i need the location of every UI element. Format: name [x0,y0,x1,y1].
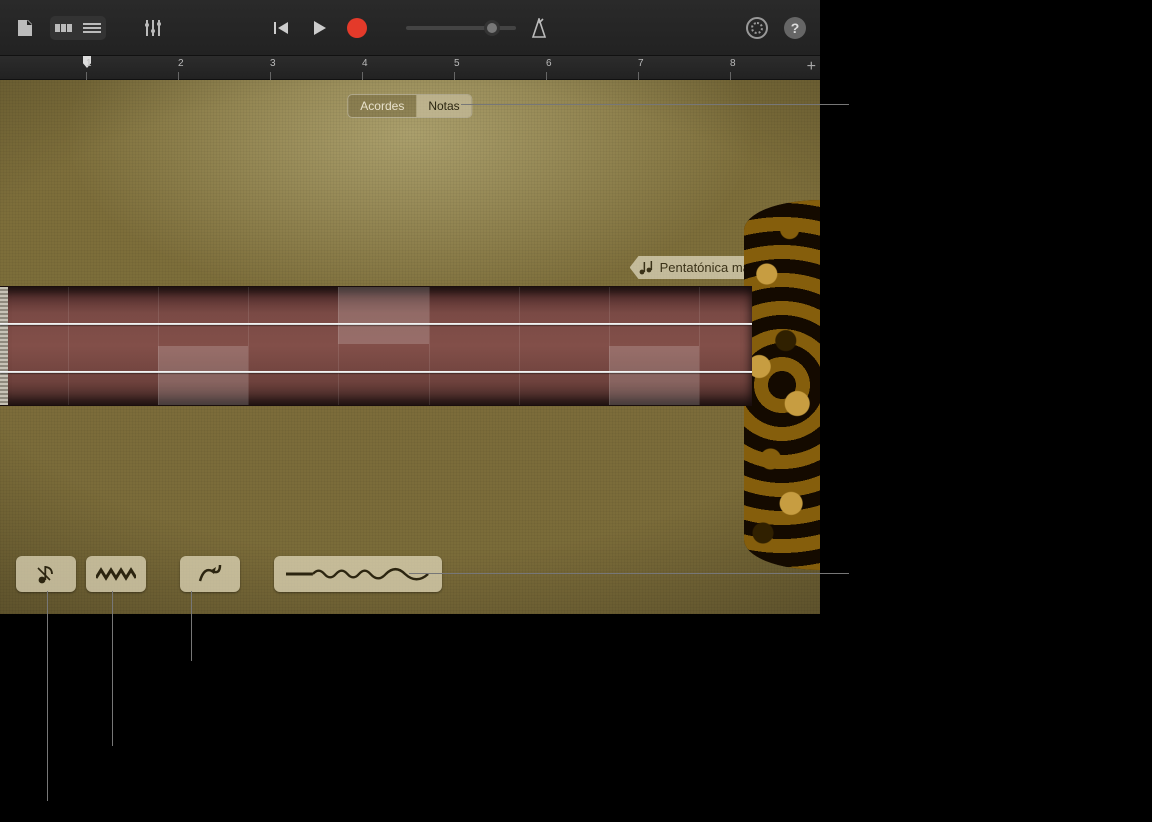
instrument-body [744,200,820,570]
mode-segmented-control: Acordes Notas [347,94,472,118]
metronome-icon[interactable] [524,13,554,43]
ruler-tick: 8 [730,58,736,69]
browser-icon[interactable] [8,11,42,45]
trill-button[interactable] [86,556,146,592]
view-toggle [50,16,106,40]
app-frame: ? 1 2 3 4 5 6 7 8 + Acordes Notas Pentat… [0,0,820,614]
tracks-view-icon[interactable] [50,16,78,40]
grace-note-button[interactable] [16,556,76,592]
ornament-button[interactable] [180,556,240,592]
ruler-tick: 3 [270,58,276,69]
play-icon[interactable] [304,13,334,43]
articulation-controls [16,556,442,592]
notes-tab[interactable]: Notas [416,95,471,117]
callout-line [461,104,849,105]
instrument-stage: Acordes Notas Pentatónica mayor [0,80,820,614]
callout-line [409,573,849,574]
record-button[interactable] [342,13,372,43]
timeline-ruler[interactable]: 1 2 3 4 5 6 7 8 + [0,56,820,80]
callout-line [191,591,192,661]
toolbar: ? [0,0,820,56]
add-section-button[interactable]: + [807,58,816,76]
mixer-icon[interactable] [136,11,170,45]
chords-tab[interactable]: Acordes [348,95,416,117]
ruler-tick: 1 [86,58,92,69]
settings-icon[interactable] [742,13,772,43]
list-view-icon[interactable] [78,16,106,40]
help-icon[interactable]: ? [780,13,810,43]
volume-slider[interactable] [406,26,516,30]
fretboard[interactable] [0,286,752,406]
ruler-tick: 4 [362,58,368,69]
string-1[interactable] [0,323,752,325]
ruler-tick: 5 [454,58,460,69]
ruler-tick: 2 [178,58,184,69]
ruler-tick: 7 [638,58,644,69]
string-2[interactable] [0,371,752,373]
callout-line [112,591,113,746]
rewind-icon[interactable] [266,13,296,43]
pitch-bend-slider[interactable] [274,556,442,592]
callout-line [47,591,48,801]
ruler-tick: 6 [546,58,552,69]
